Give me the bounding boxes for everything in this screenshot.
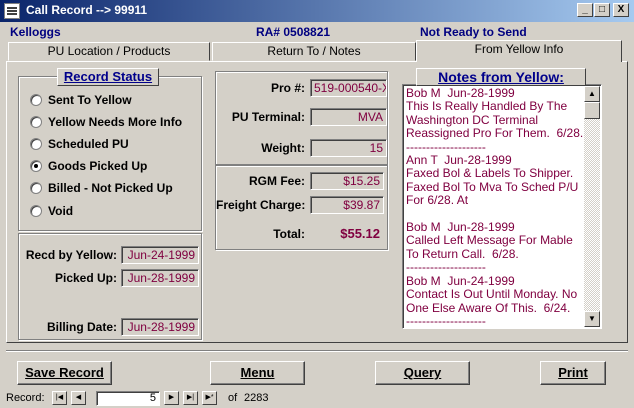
total-value: $55.12 <box>340 226 380 241</box>
scroll-up-icon[interactable]: ▲ <box>584 86 600 102</box>
radio-button[interactable] <box>30 138 42 150</box>
radio-button-selected[interactable] <box>30 160 42 172</box>
menu-button[interactable]: Menu <box>210 361 305 385</box>
picked-up-field[interactable]: Jun-28-1999 <box>121 269 199 287</box>
notes-content: Bob M Jun-28-1999 This Is Really Handled… <box>406 86 584 328</box>
record-status-title: Record Status <box>57 68 159 86</box>
first-record-icon[interactable]: |◀ <box>52 391 67 405</box>
freight-charge-label: Freight Charge: <box>216 198 306 212</box>
separator <box>6 350 628 352</box>
pu-terminal-label: PU Terminal: <box>231 110 305 124</box>
tab-return-to[interactable]: Return To / Notes <box>212 42 416 61</box>
notes-scrollbar[interactable]: ▲ ▼ <box>584 86 600 327</box>
minimize-button[interactable]: _ <box>577 3 593 17</box>
radio-button[interactable] <box>30 116 42 128</box>
record-total: 2283 <box>244 392 269 404</box>
previous-record-icon[interactable]: ◀ <box>71 391 86 405</box>
save-record-button[interactable]: Save Record <box>17 361 112 385</box>
radio-button[interactable] <box>30 94 42 106</box>
notes-textarea[interactable]: Bob M Jun-28-1999 This Is Really Handled… <box>402 84 602 329</box>
close-button[interactable]: X <box>613 3 629 17</box>
tab-from-yellow[interactable]: From Yellow Info <box>416 40 622 62</box>
maximize-button[interactable]: □ <box>594 3 610 17</box>
customer-name: Kelloggs <box>10 25 61 39</box>
notes-title: Notes from Yellow: <box>416 68 586 86</box>
next-record-icon[interactable]: ▶ <box>164 391 179 405</box>
pro-number-field[interactable]: 519-000540-X <box>310 79 387 97</box>
last-record-icon[interactable]: ▶| <box>183 391 198 405</box>
radio-button[interactable] <box>30 205 42 217</box>
ra-number: RA# 0508821 <box>256 25 331 39</box>
recd-by-yellow-field[interactable]: Jun-24-1999 <box>121 246 199 264</box>
pu-terminal-field[interactable]: MVA <box>310 108 387 126</box>
new-record-icon[interactable]: ▶* <box>202 391 217 405</box>
picked-up-label: Picked Up: <box>54 271 117 285</box>
record-of-label: of <box>228 392 238 404</box>
record-nav-label: Record: <box>6 392 45 404</box>
rgm-fee-label: RGM Fee: <box>248 174 305 188</box>
billing-date-field[interactable]: Jun-28-1999 <box>121 318 199 336</box>
print-button[interactable]: Print <box>540 361 606 385</box>
radio-button[interactable] <box>30 182 42 194</box>
pro-number-label: Pro #: <box>270 81 305 95</box>
window-title: Call Record --> 99911 <box>26 3 148 17</box>
weight-label: Weight: <box>261 141 305 155</box>
form-icon <box>4 3 20 19</box>
freight-charge-field[interactable]: $39.87 <box>310 196 384 214</box>
weight-field[interactable]: 15 <box>310 139 387 157</box>
billing-date-label: Billing Date: <box>46 320 117 334</box>
tab-pu-location[interactable]: PU Location / Products <box>8 42 210 61</box>
rgm-fee-field[interactable]: $15.25 <box>310 172 384 190</box>
record-number-input[interactable]: 5 <box>96 391 160 406</box>
recd-by-yellow-label: Recd by Yellow: <box>25 248 117 262</box>
query-button[interactable]: Query <box>375 361 470 385</box>
scroll-down-icon[interactable]: ▼ <box>584 311 600 327</box>
total-label: Total: <box>273 227 305 241</box>
scroll-thumb[interactable] <box>584 102 600 119</box>
send-status: Not Ready to Send <box>420 25 527 39</box>
